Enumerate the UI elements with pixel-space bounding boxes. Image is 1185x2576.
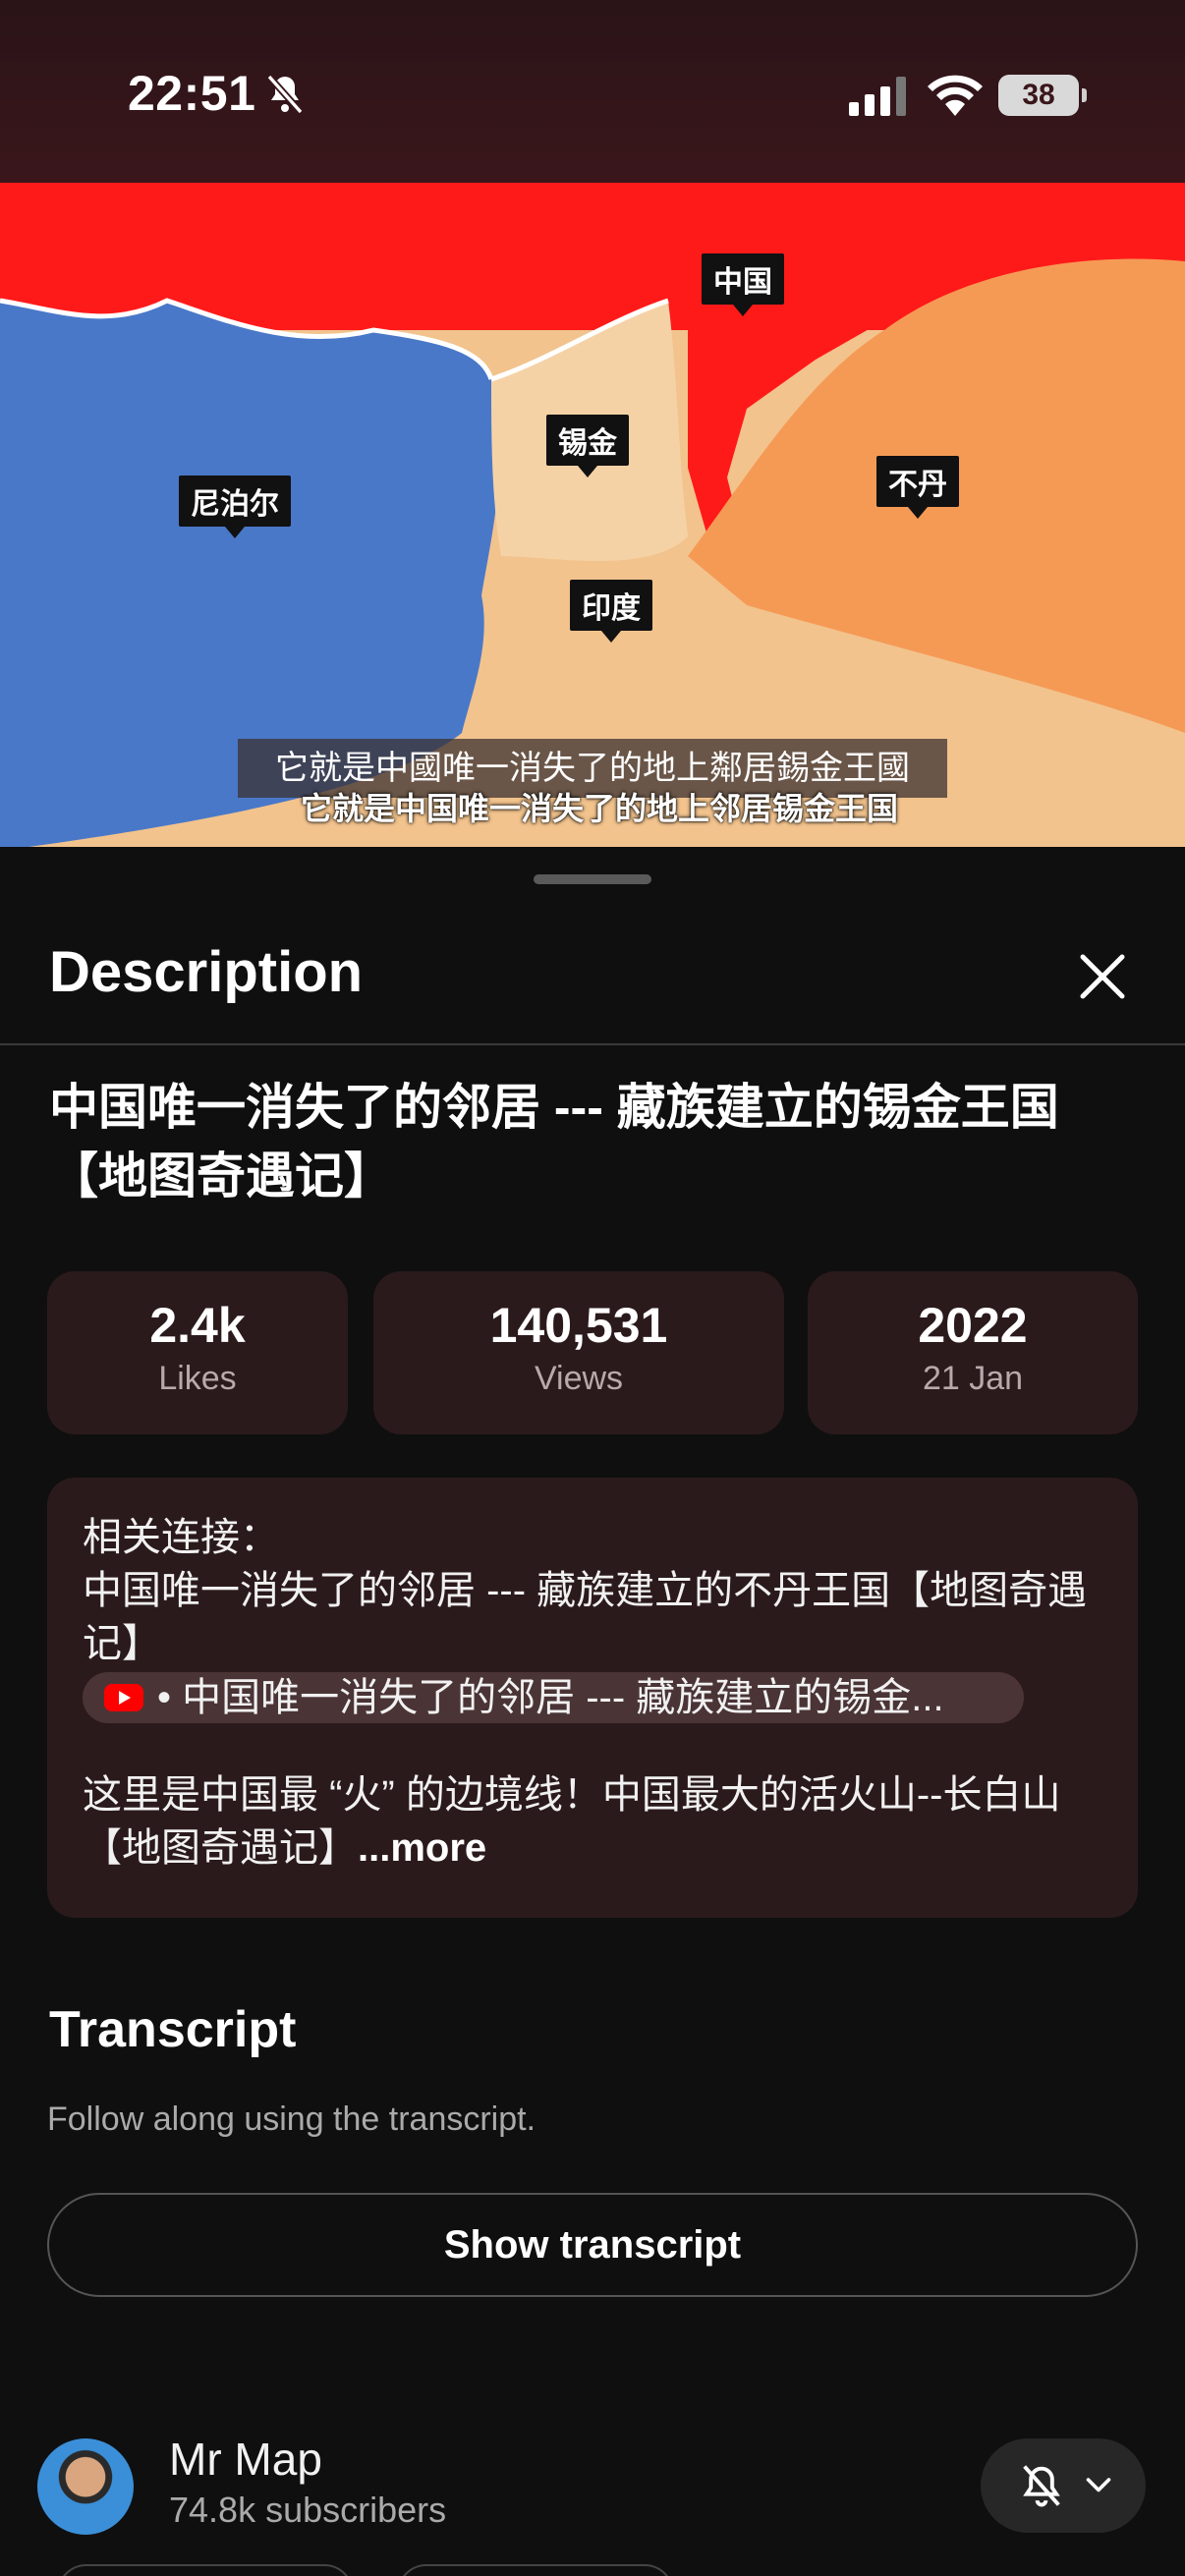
- description-line: 中国唯一消失了的邻居 --- 藏族建立的不丹王国【地图奇遇记】: [83, 1569, 1088, 1665]
- channel-row[interactable]: Mr Map 74.8k subscribers: [0, 2423, 1185, 2576]
- video-title: 中国唯一消失了的邻居 --- 藏族建立的锡金王国 【地图奇遇记】: [49, 1080, 1059, 1204]
- description-line: 这里是中国最 “火” 的边境线！中国最大的活火山--长白山【地图奇遇记】...m…: [83, 1768, 1102, 1875]
- likes-stat: 2.4k Likes: [47, 1271, 348, 1434]
- bell-off-icon: [1023, 2465, 1060, 2507]
- chevron-down-icon: [1086, 2478, 1111, 2492]
- views-stat: 140,531 Views: [373, 1271, 784, 1434]
- channel-name[interactable]: Mr Map: [169, 2433, 322, 2486]
- header-divider: [0, 1043, 1185, 1045]
- close-icon[interactable]: [1067, 941, 1138, 1012]
- status-bar: 22:51 38: [0, 0, 1185, 183]
- notification-settings-button[interactable]: [981, 2438, 1146, 2533]
- burned-in-subtitle: 它就是中国唯一消失了的地上邻居锡金王国: [300, 790, 898, 827]
- sheet-title: Description: [49, 940, 364, 1004]
- likes-count: 2.4k: [149, 1298, 246, 1353]
- views-label: Views: [534, 1360, 624, 1397]
- map-label-sikkim: 锡金: [546, 415, 629, 477]
- action-pill[interactable]: [397, 2564, 674, 2576]
- show-transcript-button[interactable]: Show transcript: [47, 2193, 1138, 2297]
- linked-video-chip[interactable]: • 中国唯一消失了的邻居 --- 藏族建立的锡金...: [83, 1672, 1024, 1723]
- description-sheet: Description 中国唯一消失了的邻居 --- 藏族建立的锡金王国 【地图…: [0, 851, 1185, 2576]
- video-player[interactable]: 中国 锡金 尼泊尔 不丹 印度 它就是中國唯一消失了的地上鄰居錫金王國 它就是中…: [0, 183, 1185, 847]
- youtube-logo-icon: [104, 1684, 143, 1711]
- map-label-nepal: 尼泊尔: [179, 476, 291, 538]
- description-text-tail: 这里是中国最 “火” 的边境线！中国最大的活火山--长白山【地图奇遇记】: [83, 1773, 1061, 1870]
- action-pill[interactable]: [57, 2564, 354, 2576]
- channel-subscribers: 74.8k subscribers: [169, 2490, 447, 2530]
- upload-year: 2022: [918, 1298, 1028, 1353]
- bell-slash-icon: [266, 74, 304, 115]
- description-text[interactable]: 相关连接： 中国唯一消失了的邻居 --- 藏族建立的不丹王国【地图奇遇记】 • …: [47, 1478, 1138, 1918]
- wifi-icon: [928, 75, 983, 116]
- views-count: 140,531: [489, 1298, 668, 1353]
- description-line: 相关连接：: [83, 1516, 279, 1559]
- cellular-signal-icon: [849, 77, 906, 116]
- upload-date: 21 Jan: [922, 1360, 1024, 1397]
- more-link[interactable]: ...more: [358, 1826, 486, 1870]
- date-stat: 2022 21 Jan: [808, 1271, 1138, 1434]
- map-label-bhutan: 不丹: [876, 456, 959, 519]
- map-label-china: 中国: [702, 253, 784, 316]
- battery-icon: 38: [998, 75, 1087, 116]
- map-label-india: 印度: [570, 580, 652, 643]
- transcript-subtitle: Follow along using the transcript.: [47, 2100, 536, 2138]
- transcript-heading: Transcript: [49, 2001, 297, 2058]
- linked-video-title: • 中国唯一消失了的邻居 --- 藏族建立的锡金...: [157, 1676, 944, 1719]
- status-time: 22:51: [128, 66, 256, 121]
- likes-label: Likes: [158, 1360, 237, 1397]
- drag-handle[interactable]: [534, 874, 651, 884]
- channel-avatar[interactable]: [37, 2438, 134, 2535]
